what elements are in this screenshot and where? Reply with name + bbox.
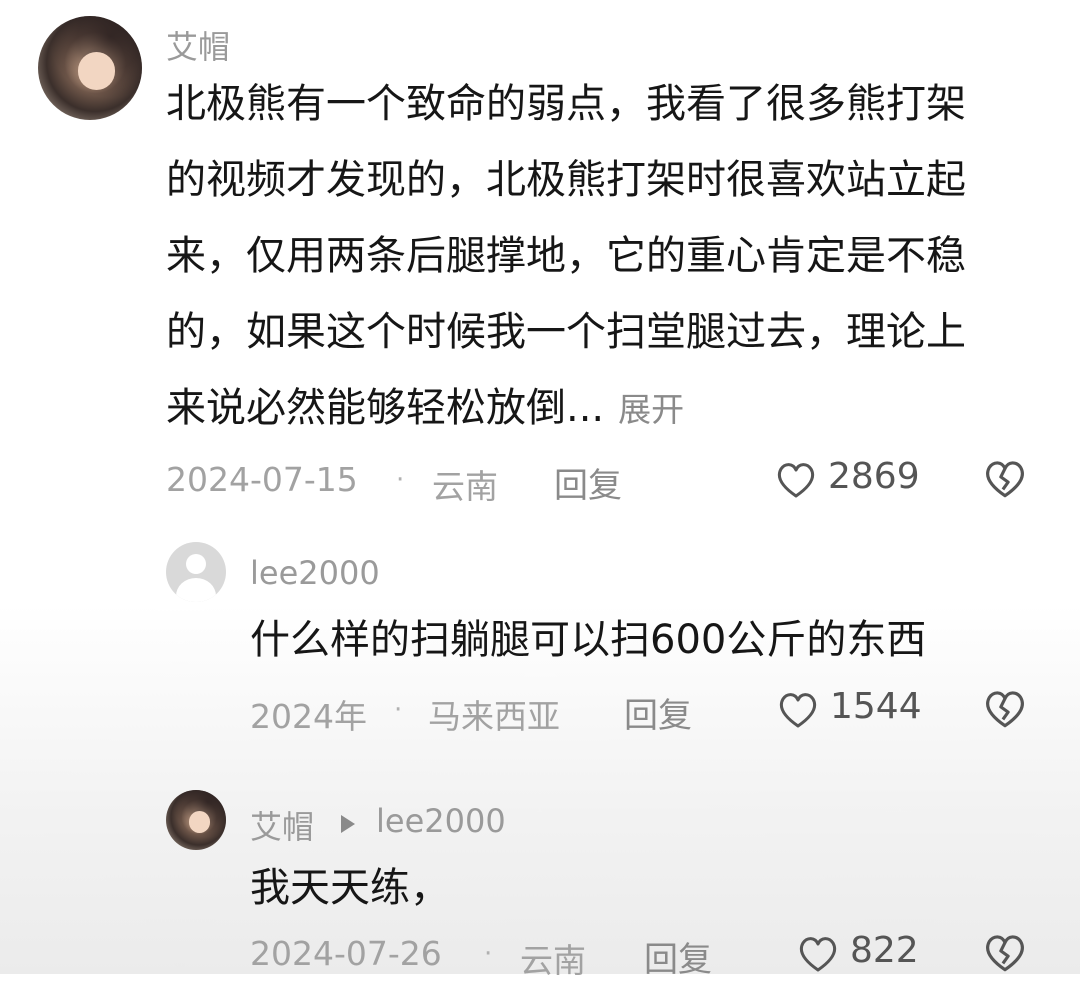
comment-text-line: 的，如果这个时候我一个扫堂腿过去，理论上 [166, 309, 966, 355]
comment-username[interactable]: 艾帽 [166, 22, 230, 68]
comment-reply-2: 艾帽 lee2000 我天天练， 2024-07-26 · 云南 回复 822 [0, 780, 1080, 980]
play-triangle-icon [341, 815, 355, 833]
broken-heart-icon[interactable] [982, 456, 1028, 502]
comment-text: 我天天练， [250, 865, 450, 911]
heart-outline-icon [779, 693, 817, 728]
comment-reply-1: lee2000 什么样的扫躺腿可以扫600公斤的东西 2024年 · 马来西亚 … [0, 530, 1080, 740]
comment-username[interactable]: 艾帽 [250, 802, 314, 848]
heart-outline-icon [777, 463, 815, 498]
comment-text-line-last: 来说必然能够轻松放倒... 展开 [166, 370, 966, 448]
comment-location: 云南 [432, 467, 498, 506]
comment-location: 马来西亚 [428, 697, 560, 736]
expand-button[interactable]: 展开 [618, 390, 684, 429]
comment-date: 2024-07-15 [166, 460, 358, 499]
comment-location: 云南 [520, 941, 586, 980]
broken-heart-icon[interactable] [982, 930, 1028, 976]
comment-text-line: 北极熊有一个致命的弱点，我看了很多熊打架 [166, 81, 966, 127]
heart-outline-icon [799, 937, 837, 972]
comment-text: 北极熊有一个致命的弱点，我看了很多熊打架 的视频才发现的，北极熊打架时很喜欢站立… [166, 66, 966, 448]
reply-button[interactable]: 回复 [554, 458, 622, 507]
comment-date: 2024年 [250, 697, 367, 736]
comment-text: 什么样的扫躺腿可以扫600公斤的东西 [250, 617, 927, 663]
comment-text-line: 来，仅用两条后腿撑地，它的重心肯定是不稳 [166, 233, 966, 279]
comment-text-line: 的视频才发现的，北极熊打架时很喜欢站立起 [166, 157, 966, 203]
like-button[interactable]: 1544 [776, 686, 936, 736]
reply-button[interactable]: 回复 [624, 688, 692, 737]
like-count: 1544 [830, 686, 922, 727]
like-count: 2869 [828, 456, 920, 497]
comment-thread-main: 艾帽 北极熊有一个致命的弱点，我看了很多熊打架 的视频才发现的，北极熊打架时很喜… [0, 0, 1080, 520]
meta-separator: · [394, 695, 403, 725]
avatar[interactable] [166, 542, 226, 602]
comment-date: 2024-07-26 [250, 934, 442, 973]
like-button[interactable]: 822 [796, 930, 936, 980]
broken-heart-icon[interactable] [982, 686, 1028, 732]
like-count: 822 [850, 930, 919, 971]
avatar[interactable] [38, 16, 142, 120]
reply-target-username[interactable]: lee2000 [376, 802, 506, 840]
like-button[interactable]: 2869 [774, 456, 934, 506]
meta-separator: · [396, 465, 405, 495]
comment-username[interactable]: lee2000 [250, 554, 380, 592]
meta-separator: · [484, 939, 493, 969]
comment-text-line: 来说必然能够轻松放倒... [166, 385, 605, 431]
avatar[interactable] [166, 790, 226, 850]
